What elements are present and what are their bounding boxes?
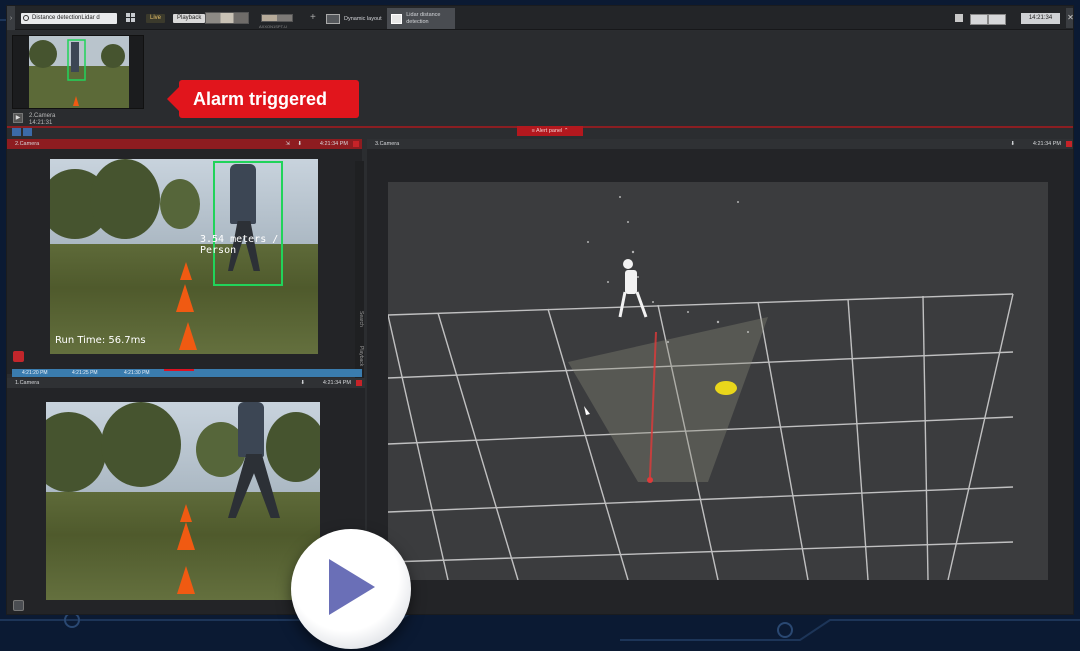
- camera-3-time: 4:21:34 PM: [1032, 141, 1061, 147]
- layout-thumbnail-2[interactable]: [261, 14, 293, 22]
- alert-camera-time: 14:21:31: [29, 120, 53, 126]
- top-toolbar: › Distance detectionLidar d Live Playbac…: [7, 6, 1073, 30]
- timeline-tick: 4:21:20 PM: [22, 370, 48, 376]
- grid-size-buttons[interactable]: [955, 14, 963, 22]
- tab-lidar-distance-detection[interactable]: Lidar distance detection: [387, 8, 455, 29]
- camera-icon[interactable]: [13, 600, 24, 611]
- search-icon: [23, 15, 29, 21]
- distance-overlay: 3.54 meters / Person: [200, 234, 279, 256]
- camera-1-header: 1.Camera ⬇ 4:21:34 PM: [7, 378, 365, 388]
- tree: [266, 412, 320, 482]
- tab-dynamic-layout[interactable]: Dynamic layout: [322, 8, 386, 29]
- alert-view-buttons[interactable]: [12, 128, 32, 136]
- side-rail[interactable]: Search Playback: [355, 161, 364, 381]
- alert-camera-label: 2.Camera 14:21:31: [29, 113, 55, 127]
- live-mode-button[interactable]: Live: [146, 14, 166, 23]
- close-icon[interactable]: [1066, 141, 1072, 147]
- tab-lidar-label: Lidar distance detection: [406, 11, 441, 25]
- alert-thumbnail-image: [13, 36, 143, 108]
- lidar-point-cloud-view[interactable]: [388, 182, 1048, 580]
- alert-camera-name: 2.Camera: [29, 113, 56, 119]
- traffic-cone: [177, 566, 195, 594]
- playback-mode-button[interactable]: Playback: [173, 14, 206, 23]
- camera-2-video[interactable]: 3.54 meters / Person Run Time: 56.7ms: [50, 159, 318, 354]
- tab-dynamic-label: Dynamic layout: [344, 15, 382, 22]
- tools-icon[interactable]: ✕: [1066, 8, 1073, 28]
- camera-icon[interactable]: ▶: [13, 113, 23, 123]
- alert-strip: ▶ 2.Camera 14:21:31 Alarm triggered: [7, 31, 1073, 128]
- traffic-cone: [180, 504, 192, 522]
- traffic-cone: [180, 262, 192, 280]
- camera-3-title: 3.Camera: [375, 141, 400, 147]
- window-mode-buttons[interactable]: [970, 14, 1006, 25]
- tree: [90, 159, 160, 239]
- download-icon[interactable]: ⬇: [300, 378, 305, 388]
- camera-1-time: 4:21:34 PM: [322, 380, 351, 386]
- traffic-cone: [177, 522, 195, 550]
- vms-window: › Distance detectionLidar d Live Playbac…: [6, 5, 1074, 615]
- timeline-tick: 4:21:25 PM: [72, 370, 98, 376]
- play-video-button[interactable]: [291, 529, 411, 649]
- play-icon: [329, 559, 375, 615]
- download-icon[interactable]: ⬇: [297, 139, 302, 149]
- layout-icon: [326, 13, 340, 24]
- alert-panel-tab[interactable]: ≡ Alert panel ⌃: [517, 126, 583, 136]
- alarm-icon[interactable]: [13, 351, 24, 362]
- layout-search-input[interactable]: Distance detectionLidar d: [21, 13, 117, 24]
- traffic-cone: [176, 284, 194, 312]
- search-value: Distance detectionLidar d: [32, 15, 100, 21]
- camera-1-video[interactable]: [46, 402, 320, 600]
- collapse-handle[interactable]: ›: [7, 6, 15, 30]
- camera-2-header: 2.Camera ⇲ ⬇ 4:21:34 PM: [7, 139, 362, 149]
- timeline-tick: 4:21:30 PM: [124, 370, 150, 376]
- search-rail-label[interactable]: Search: [355, 311, 364, 327]
- camera-1-title: 1.Camera: [15, 380, 40, 386]
- timeline[interactable]: 4:21:20 PM 4:21:25 PM 4:21:30 PM: [12, 369, 362, 377]
- alert-panel-label: Alert panel: [536, 128, 563, 134]
- camera-3-header: 3.Camera ⬇ 4:21:34 PM: [367, 139, 1073, 149]
- person: [238, 402, 264, 457]
- add-layout-button[interactable]: +: [310, 12, 316, 23]
- download-icon[interactable]: ⬇: [1010, 139, 1015, 149]
- tree: [101, 402, 181, 487]
- traffic-cone: [179, 322, 197, 350]
- close-icon[interactable]: [353, 141, 359, 147]
- person-detection-box: [213, 161, 283, 286]
- timeline-alarm-segment: [164, 369, 194, 371]
- layout-grid-button[interactable]: [125, 11, 136, 24]
- close-icon[interactable]: [356, 380, 362, 386]
- runtime-overlay: Run Time: 56.7ms: [55, 335, 146, 346]
- lidar-point-cloud: [388, 196, 1014, 580]
- tree: [160, 179, 200, 229]
- export-icon[interactable]: ⇲: [285, 139, 290, 149]
- alert-thumbnail[interactable]: [12, 35, 144, 109]
- camera-2-pane[interactable]: 2.Camera ⇲ ⬇ 4:21:34 PM 3.54 meters / Pe…: [7, 139, 362, 374]
- clock: 14:21:34: [1021, 13, 1060, 24]
- camera-2-time: 4:21:34 PM: [319, 141, 348, 147]
- layout-icon: [391, 13, 403, 24]
- layout-thumbnail-1[interactable]: [205, 12, 249, 24]
- alarm-triggered-callout: Alarm triggered: [167, 80, 359, 118]
- camera-2-title: 2.Camera: [15, 141, 40, 147]
- layout-thumbnail-2-label: AXXON1SPT-U: [259, 24, 288, 29]
- playback-rail-label[interactable]: Playback: [355, 346, 364, 366]
